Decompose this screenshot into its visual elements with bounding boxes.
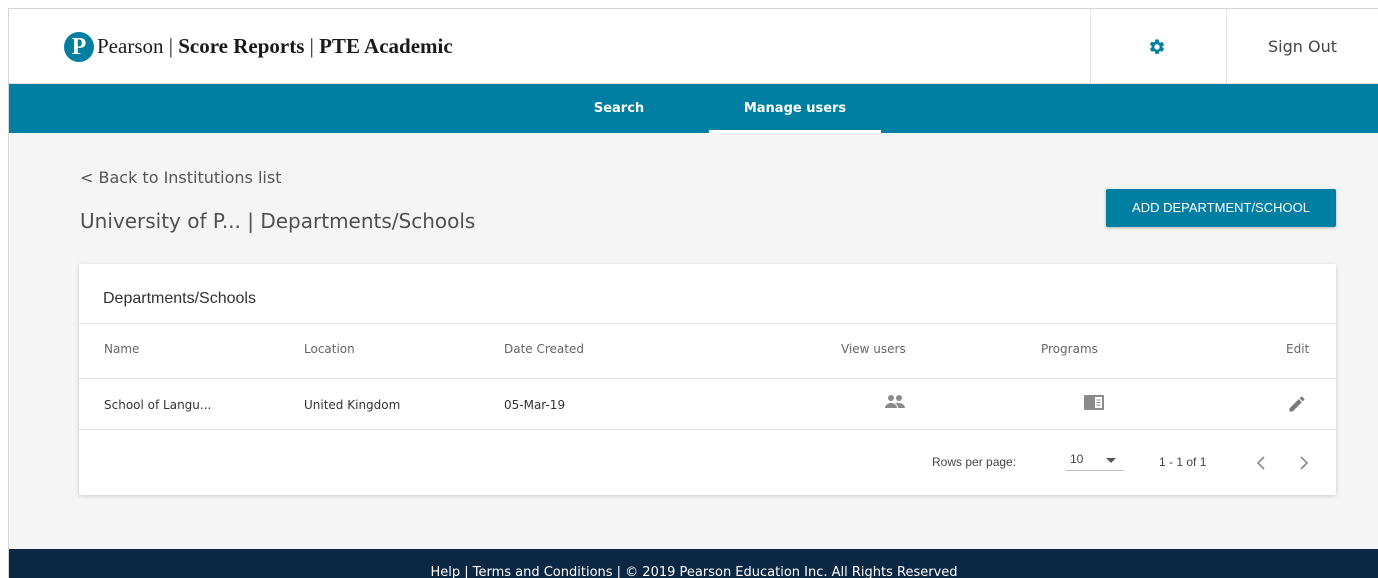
rows-per-page-label: Rows per page: xyxy=(932,455,1017,469)
brand-title: Pearson | Score Reports | PTE Academic xyxy=(97,34,453,59)
page-footer: Help | Terms and Conditions | © 2019 Pea… xyxy=(9,549,1378,578)
programs-icon[interactable] xyxy=(1083,394,1105,411)
cell-name: School of Langu... xyxy=(104,398,212,412)
column-header-view-users: View users xyxy=(841,342,906,356)
chevron-right-icon[interactable] xyxy=(1298,455,1310,471)
nav-search[interactable]: Search xyxy=(574,84,664,133)
card-title: Departments/Schools xyxy=(103,290,256,307)
top-header: P Pearson | Score Reports | PTE Academic… xyxy=(9,9,1378,84)
people-icon[interactable] xyxy=(883,394,907,410)
rows-per-page-select[interactable]: 10 xyxy=(1066,449,1124,471)
header-divider xyxy=(1090,9,1091,84)
departments-card: Departments/Schools Name Location Date C… xyxy=(79,264,1336,495)
app-frame: P Pearson | Score Reports | PTE Academic… xyxy=(8,8,1378,578)
pencil-icon[interactable] xyxy=(1287,394,1307,414)
chevron-left-icon[interactable] xyxy=(1255,455,1267,471)
brand-pearson: Pearson xyxy=(97,34,164,58)
footer-links[interactable]: Help | Terms and Conditions | © 2019 Pea… xyxy=(9,565,1378,578)
pagination-range: 1 - 1 of 1 xyxy=(1159,455,1207,469)
add-department-school-button[interactable]: ADD DEPARTMENT/SCHOOL xyxy=(1106,189,1336,227)
divider xyxy=(79,378,1336,379)
page-title: University of P... | Departments/Schools xyxy=(80,209,476,233)
divider xyxy=(79,429,1336,430)
back-to-institutions-link[interactable]: < Back to Institutions list xyxy=(80,168,281,187)
pearson-logo[interactable]: P xyxy=(64,32,94,62)
brand-score-reports: Score Reports xyxy=(178,34,305,58)
rows-per-page-value: 10 xyxy=(1070,452,1084,466)
nav-manage-users[interactable]: Manage users xyxy=(709,84,881,133)
brand-separator: | xyxy=(309,34,320,58)
main-nav: Search Manage users xyxy=(9,84,1378,133)
caret-down-icon xyxy=(1106,458,1116,463)
column-header-name[interactable]: Name xyxy=(104,342,139,356)
column-header-edit: Edit xyxy=(1286,342,1310,356)
cell-location: United Kingdom xyxy=(304,398,401,412)
pearson-logo-letter: P xyxy=(71,34,87,60)
sign-out-link[interactable]: Sign Out xyxy=(1226,9,1378,84)
cell-date-created: 05-Mar-19 xyxy=(504,398,566,412)
column-header-location[interactable]: Location xyxy=(304,342,355,356)
gear-icon[interactable] xyxy=(1148,38,1166,56)
column-header-date-created[interactable]: Date Created xyxy=(504,342,584,356)
divider xyxy=(79,323,1336,324)
brand-separator: | xyxy=(168,34,179,58)
column-header-programs: Programs xyxy=(1041,342,1098,356)
brand-pte-academic: PTE Academic xyxy=(319,34,453,58)
